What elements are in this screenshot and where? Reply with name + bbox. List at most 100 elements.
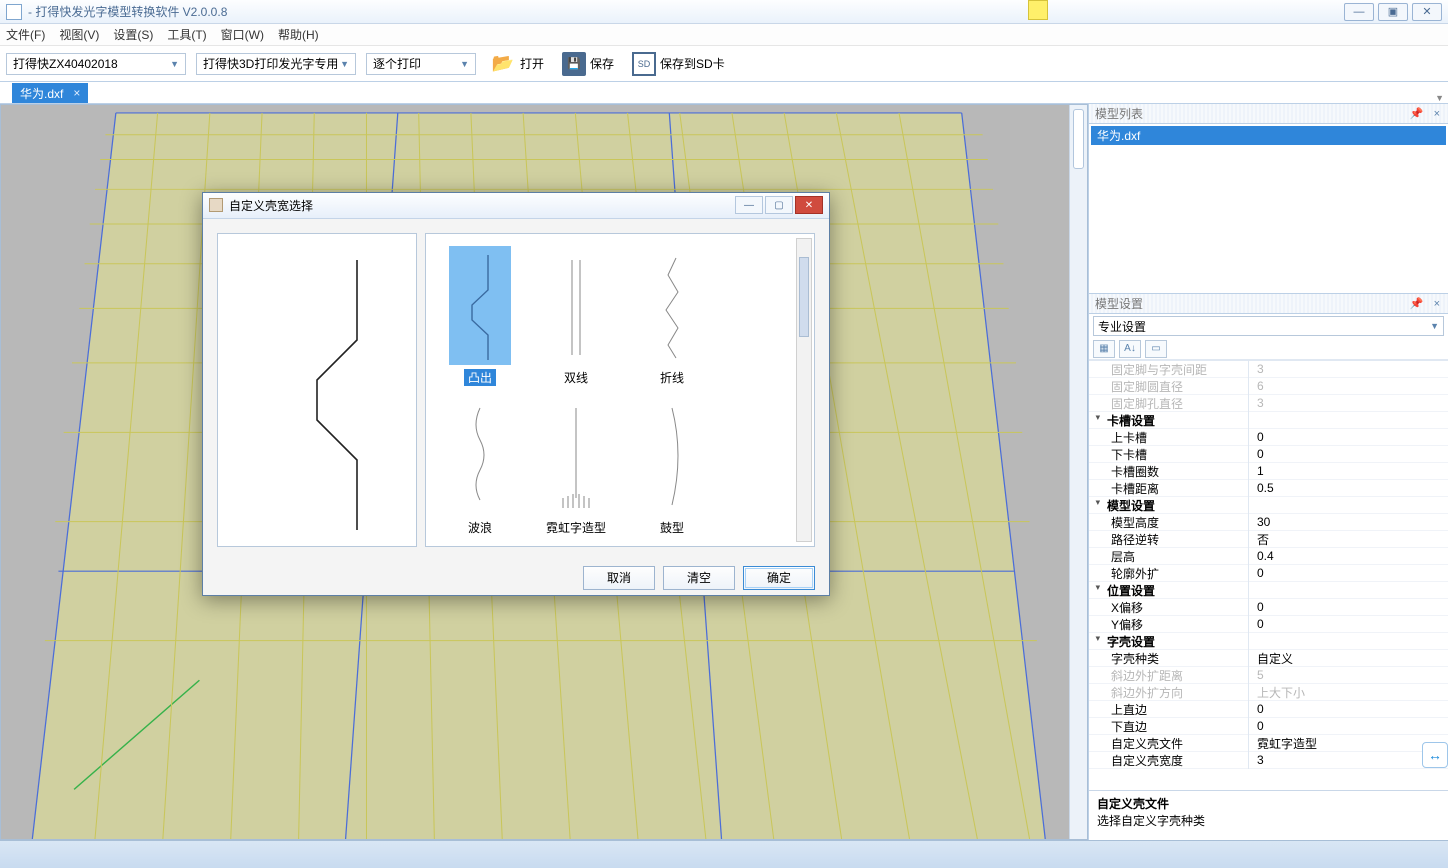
gallery-item-drum[interactable]: 鼓型 [624, 390, 720, 540]
menu-settings[interactable]: 设置(S) [113, 26, 153, 43]
settings-mode-combo[interactable]: 专业设置 ▼ [1093, 316, 1444, 336]
property-key: 上直边 [1089, 701, 1249, 718]
dialog-close-button[interactable]: ✕ [795, 196, 823, 214]
property-row: 固定脚与字壳间距3 [1089, 361, 1448, 378]
property-row[interactable]: 轮廓外扩0 [1089, 565, 1448, 582]
property-value[interactable]: 30 [1249, 515, 1448, 529]
property-row[interactable]: 卡槽距离0.5 [1089, 480, 1448, 497]
minimize-button[interactable]: — [1344, 3, 1374, 21]
model-list[interactable]: 华为.dxf [1089, 124, 1448, 294]
property-row[interactable]: 自定义壳宽度3 [1089, 752, 1448, 769]
property-row[interactable]: 上卡槽0 [1089, 429, 1448, 446]
sticky-note-icon [1028, 0, 1048, 20]
machine-combo[interactable]: 打得快ZX40402018▼ [6, 53, 186, 75]
gallery-item-neon[interactable]: 霓虹字造型 [528, 390, 624, 540]
property-key: 层高 [1089, 548, 1249, 565]
property-value[interactable]: 1 [1249, 464, 1448, 478]
menu-view[interactable]: 视图(V) [59, 26, 99, 43]
dialog-title: 自定义壳宽选择 [229, 197, 313, 214]
categorize-icon[interactable]: ▦ [1093, 340, 1115, 358]
save-sd-button[interactable]: SD 保存到SD卡 [628, 51, 729, 77]
property-group-header[interactable]: 模型设置 [1089, 497, 1448, 514]
dialog-titlebar[interactable]: 自定义壳宽选择 — ▢ ✕ [203, 193, 829, 219]
clear-button[interactable]: 清空 [663, 566, 735, 590]
menu-help[interactable]: 帮助(H) [278, 26, 319, 43]
property-key: 上卡槽 [1089, 429, 1249, 446]
gallery-item-wave[interactable]: 波浪 [432, 390, 528, 540]
property-value[interactable]: 霓虹字造型 [1249, 735, 1448, 752]
scrollbar-thumb[interactable] [799, 257, 809, 337]
property-value[interactable]: 0 [1249, 566, 1448, 580]
save-button[interactable]: 💾 保存 [558, 51, 618, 77]
property-row[interactable]: 字壳种类自定义 [1089, 650, 1448, 667]
pin-icon[interactable]: 📌 [1408, 297, 1426, 310]
profile-combo[interactable]: 打得快3D打印发光字专用▼ [196, 53, 356, 75]
ok-button[interactable]: 确定 [743, 566, 815, 590]
taskbar [0, 840, 1448, 868]
property-row[interactable]: Y偏移0 [1089, 616, 1448, 633]
dialog-minimize-button[interactable]: — [735, 196, 763, 214]
close-panel-icon[interactable]: × [1432, 298, 1442, 310]
dialog-maximize-button[interactable]: ▢ [765, 196, 793, 214]
property-key: 字壳设置 [1089, 633, 1249, 650]
property-key: Y偏移 [1089, 616, 1249, 633]
property-value[interactable]: 0.4 [1249, 549, 1448, 563]
property-row[interactable]: 卡槽圈数1 [1089, 463, 1448, 480]
gallery-item-double[interactable]: 双线 [528, 240, 624, 390]
document-tab[interactable]: 华为.dxf × [12, 83, 88, 103]
gallery-item-poly[interactable]: 折线 [624, 240, 720, 390]
cancel-button[interactable]: 取消 [583, 566, 655, 590]
property-footer: 自定义壳文件 选择自定义字壳种类 [1089, 790, 1448, 840]
property-value[interactable]: 0.5 [1249, 481, 1448, 495]
menu-window[interactable]: 窗口(W) [221, 26, 264, 43]
property-value[interactable]: 0 [1249, 600, 1448, 614]
sort-az-icon[interactable]: A↓ [1119, 340, 1141, 358]
property-group-header[interactable]: 卡槽设置 [1089, 412, 1448, 429]
property-group-header[interactable]: 位置设置 [1089, 582, 1448, 599]
property-row[interactable]: 下直边0 [1089, 718, 1448, 735]
property-row[interactable]: 模型高度30 [1089, 514, 1448, 531]
menu-tools[interactable]: 工具(T) [167, 26, 206, 43]
property-value[interactable]: 0 [1249, 719, 1448, 733]
folder-open-icon: 📂 [490, 51, 516, 77]
property-value[interactable]: 自定义 [1249, 650, 1448, 667]
close-panel-icon[interactable]: × [1432, 108, 1442, 120]
property-value[interactable]: 0 [1249, 447, 1448, 461]
property-value[interactable]: 0 [1249, 617, 1448, 631]
settings-toolbar: ▦ A↓ ▭ [1089, 338, 1448, 360]
open-label: 打开 [520, 55, 544, 72]
model-list-item[interactable]: 华为.dxf [1091, 126, 1446, 145]
maximize-button[interactable]: ▣ [1378, 3, 1408, 21]
property-value: 5 [1249, 668, 1448, 682]
printmode-combo[interactable]: 逐个打印▼ [366, 53, 476, 75]
footer-title: 自定义壳文件 [1097, 795, 1440, 812]
property-grid[interactable]: 固定脚与字壳间距3固定脚圆直径6固定脚孔直径3卡槽设置上卡槽0下卡槽0卡槽圈数1… [1089, 360, 1448, 790]
scrollbar-thumb[interactable] [1073, 109, 1084, 169]
open-button[interactable]: 📂 打开 [486, 51, 548, 77]
property-value[interactable]: 否 [1249, 531, 1448, 548]
dialog-gallery[interactable]: 凸出 双线 折线 波浪 霓虹字造型 鼓型 [425, 233, 815, 547]
pin-icon[interactable]: 📌 [1408, 107, 1426, 120]
property-row[interactable]: X偏移0 [1089, 599, 1448, 616]
property-row[interactable]: 上直边0 [1089, 701, 1448, 718]
property-row[interactable]: 路径逆转否 [1089, 531, 1448, 548]
property-key: 斜边外扩方向 [1089, 684, 1249, 701]
close-button[interactable]: ✕ [1412, 3, 1442, 21]
close-tab-icon[interactable]: × [73, 86, 80, 100]
menu-file[interactable]: 文件(F) [6, 26, 45, 43]
property-value[interactable]: 0 [1249, 430, 1448, 444]
viewport-scrollbar[interactable] [1069, 105, 1087, 839]
teamviewer-icon[interactable]: ↔ [1422, 742, 1448, 768]
app-icon [6, 4, 22, 20]
gallery-item-bulge[interactable]: 凸出 [432, 240, 528, 390]
property-value[interactable]: 3 [1249, 753, 1448, 767]
property-row[interactable]: 下卡槽0 [1089, 446, 1448, 463]
property-group-header[interactable]: 字壳设置 [1089, 633, 1448, 650]
property-row[interactable]: 层高0.4 [1089, 548, 1448, 565]
gallery-scrollbar[interactable] [796, 238, 812, 542]
tab-overflow-icon[interactable]: ▼ [1435, 93, 1444, 103]
property-page-icon[interactable]: ▭ [1145, 340, 1167, 358]
property-value[interactable]: 0 [1249, 702, 1448, 716]
menubar: 文件(F) 视图(V) 设置(S) 工具(T) 窗口(W) 帮助(H) [0, 24, 1448, 46]
property-row[interactable]: 自定义壳文件霓虹字造型 [1089, 735, 1448, 752]
